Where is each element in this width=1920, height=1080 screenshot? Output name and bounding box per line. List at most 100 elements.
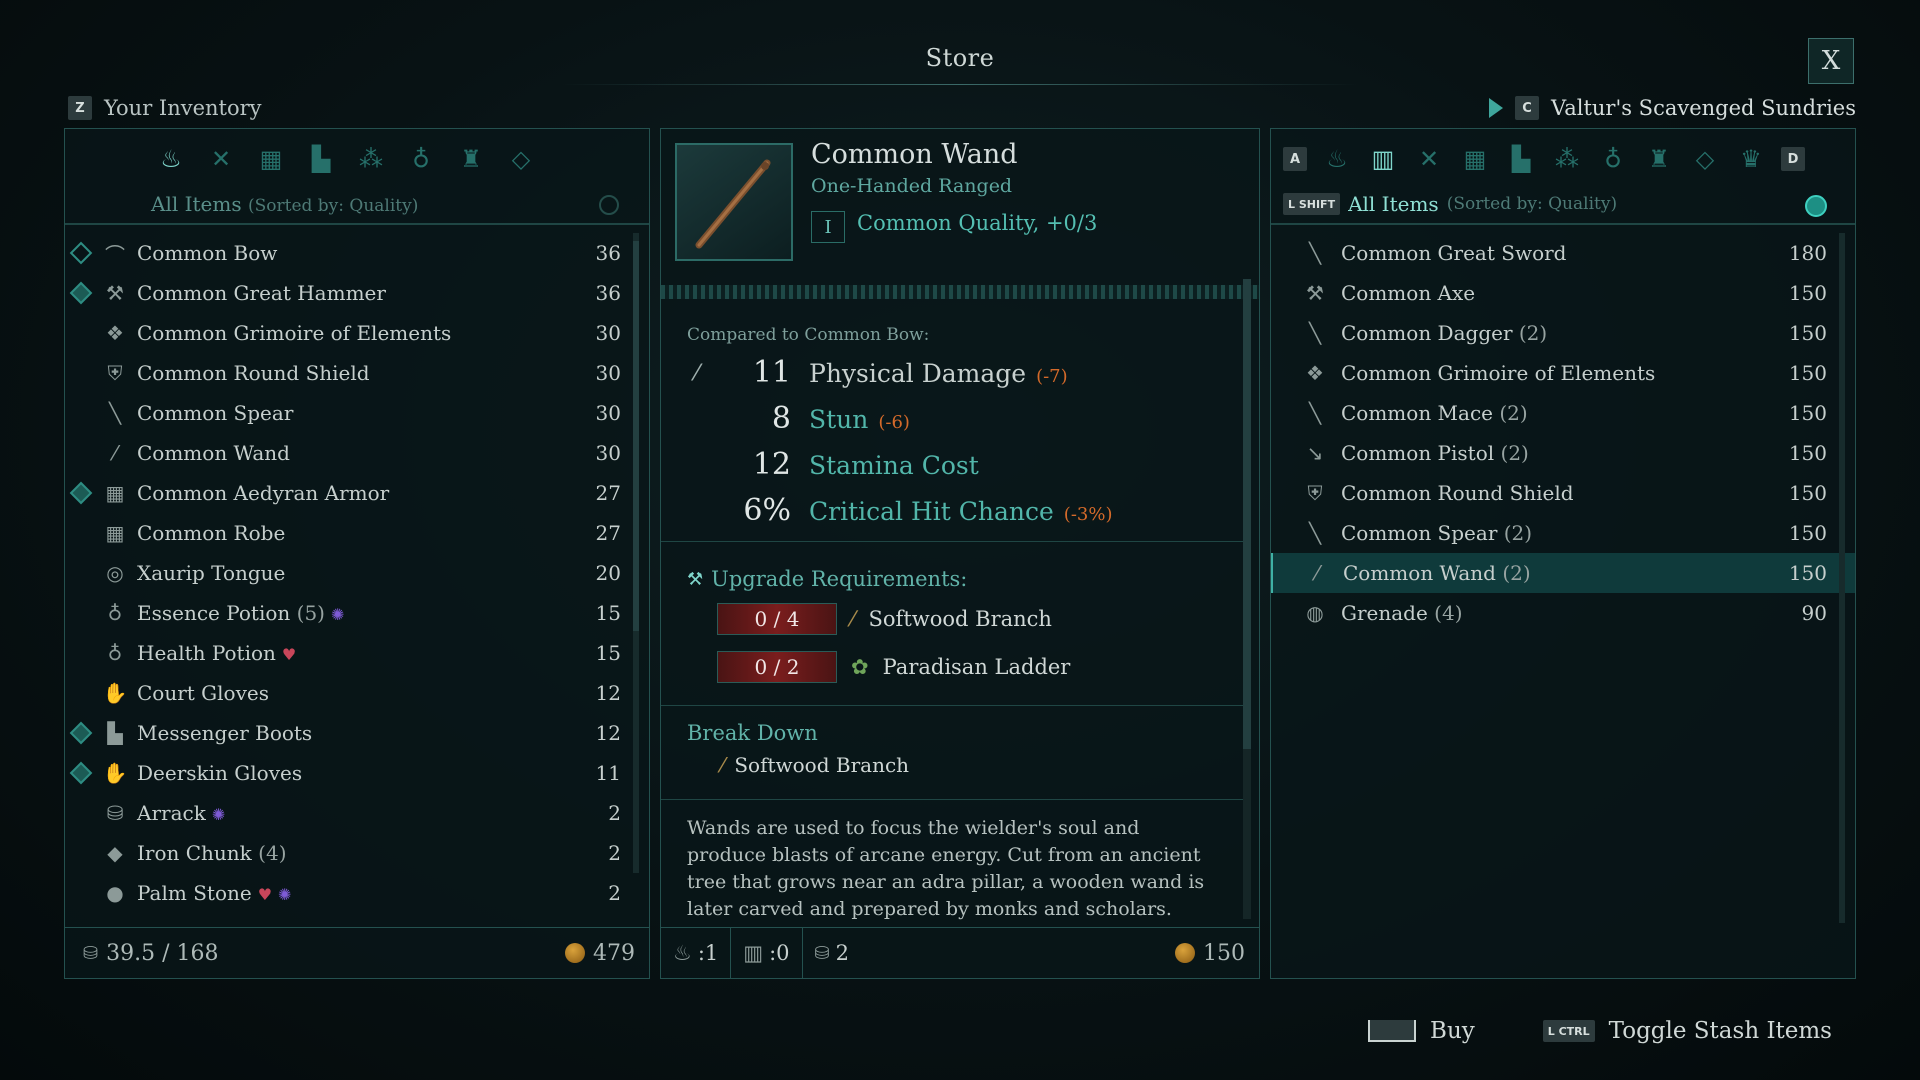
vendor-scrollbar[interactable] [1839, 233, 1845, 923]
materials-icon[interactable]: ⁂ [355, 143, 387, 175]
vendor-item-row[interactable]: ╲ Common Spear (2) 150 [1271, 513, 1855, 553]
tongue-icon: ◎ [106, 561, 124, 585]
item-value: 30 [595, 361, 621, 385]
gem-icon[interactable]: ◇ [505, 143, 537, 175]
item-name-text: Xaurip Tongue [137, 561, 286, 585]
filter-toggle-icon[interactable] [1805, 195, 1827, 217]
item-name: Common Round Shield [137, 361, 370, 385]
inventory-item-row[interactable]: ⚒ Common Great Hammer 36 [65, 273, 649, 313]
inventory-scroll-thumb[interactable] [633, 241, 639, 631]
item-count: (5) [290, 601, 325, 625]
stash-icon[interactable]: ▥ [1367, 143, 1399, 175]
item-count: (2) [1495, 561, 1531, 585]
armor-icon[interactable]: ▦ [255, 143, 287, 175]
close-button[interactable]: X [1808, 38, 1854, 84]
inventory-item-row[interactable]: ▦ Common Aedyran Armor 27 [65, 473, 649, 513]
inventory-item-row[interactable]: ╲ Common Spear 30 [65, 393, 649, 433]
vendor-item-row[interactable]: ╲ Common Great Sword 180 [1271, 233, 1855, 273]
item-name-text: Common Grimoire of Elements [137, 321, 452, 345]
vendor-item-row[interactable]: ❖ Common Grimoire of Elements 150 [1271, 353, 1855, 393]
item-value: 150 [1788, 361, 1827, 385]
item-count: (4) [1427, 601, 1463, 625]
item-name-text: Court Gloves [137, 681, 269, 705]
vendor-item-row[interactable]: ⁄ Common Wand (2) 150 [1271, 553, 1855, 593]
inventory-item-row[interactable]: ✋ Court Gloves 12 [65, 673, 649, 713]
gold-coin-icon [1175, 943, 1195, 963]
inventory-item-row[interactable]: ⁄ Common Wand 30 [65, 433, 649, 473]
buy-prompt[interactable]: Buy [1430, 1018, 1475, 1044]
inventory-item-row[interactable]: ⛨ Common Round Shield 30 [65, 353, 649, 393]
inventory-item-row[interactable]: ▦ Common Robe 27 [65, 513, 649, 553]
item-name: Common Mace (2) [1341, 401, 1528, 425]
weapons-icon[interactable]: ✕ [205, 143, 237, 175]
shield-icon: ⛨ [1307, 481, 1323, 505]
new-item-marker-icon [69, 241, 93, 265]
inventory-item-row[interactable]: ✋ Deerskin Gloves 11 [65, 753, 649, 793]
toggle-stash-prompt[interactable]: Toggle Stash Items [1609, 1018, 1832, 1044]
vendor-item-row[interactable]: ╲ Common Mace (2) 150 [1271, 393, 1855, 433]
detail-divider [661, 285, 1259, 299]
vendor-sort[interactable]: L SHIFT All Items (Sorted by: Quality) [1283, 192, 1617, 216]
detail-scroll-thumb[interactable] [1243, 279, 1251, 749]
potion-bag-icon[interactable]: ♨ [1321, 143, 1353, 175]
potion-bag-icon[interactable]: ♨ [155, 143, 187, 175]
wand-icon [695, 159, 771, 249]
prev-tab-key[interactable]: A [1283, 147, 1307, 171]
requirement-name: Paradisan Ladder [882, 655, 1071, 679]
lamp-icon[interactable]: ♜ [455, 143, 487, 175]
inventory-item-row[interactable]: ◎ Xaurip Tongue 20 [65, 553, 649, 593]
vendor-item-row[interactable]: ↘ Common Pistol (2) 150 [1271, 433, 1855, 473]
filter-toggle-icon[interactable] [599, 195, 619, 215]
materials-icon[interactable]: ⁂ [1551, 143, 1583, 175]
inventory-item-row[interactable]: ♁ Health Potion ♥ 15 [65, 633, 649, 673]
gem-icon[interactable]: ◇ [1689, 143, 1721, 175]
inventory-item-row[interactable]: ● Palm Stone ♥ ✺ 2 [65, 873, 649, 913]
shield-icon: ⛨ [107, 361, 123, 385]
item-name: Common Grimoire of Elements [1341, 361, 1655, 385]
vendor-key-hint[interactable]: C [1514, 96, 1539, 120]
inventory-key-hint[interactable]: Z [68, 96, 92, 120]
boots-icon[interactable]: ▙ [305, 143, 337, 175]
inventory-item-row[interactable]: ◆ Iron Chunk (4) 2 [65, 833, 649, 873]
stat-row: 6% Critical Hit Chance (-3%) [661, 493, 1112, 537]
consumables-icon[interactable]: ♁ [405, 143, 437, 175]
inventory-item-row[interactable]: ⌒ Common Bow 36 [65, 233, 649, 273]
inventory-footer: ⛁ 39.5 / 168 479 [65, 927, 649, 978]
item-name: Common Bow [137, 241, 277, 265]
next-tab-key[interactable]: D [1781, 147, 1805, 171]
inventory-item-row[interactable]: ⛁ Arrack ✺ 2 [65, 793, 649, 833]
input-prompts: Buy L CTRL Toggle Stash Items [1368, 1018, 1832, 1044]
vendor-item-row[interactable]: ◍ Grenade (4) 90 [1271, 593, 1855, 633]
consumables-icon[interactable]: ♁ [1597, 143, 1629, 175]
shift-key-hint[interactable]: L SHIFT [1283, 193, 1341, 215]
lamp-icon[interactable]: ♜ [1643, 143, 1675, 175]
vendor-item-row[interactable]: ╲ Common Dagger (2) 150 [1271, 313, 1855, 353]
inventory-sort[interactable]: All Items (Sorted by: Quality) [151, 192, 418, 216]
stat-label: Stun [809, 405, 869, 434]
vendor-item-row[interactable]: ⚒ Common Axe 150 [1271, 273, 1855, 313]
stat-diff: (-7) [1036, 366, 1068, 387]
item-name-text: Common Great Hammer [137, 281, 386, 305]
health-heart-icon: ♥ [281, 645, 297, 664]
item-name: Palm Stone ♥ ✺ [137, 881, 291, 905]
armor-icon[interactable]: ▦ [1459, 143, 1491, 175]
stat-row: 12 Stamina Cost [661, 447, 979, 491]
inventory-item-row[interactable]: ▙ Messenger Boots 12 [65, 713, 649, 753]
inventory-item-row[interactable]: ❖ Common Grimoire of Elements 30 [65, 313, 649, 353]
vendor-name: Valtur's Scavenged Sundries [1550, 96, 1856, 120]
item-weight-value: 2 [835, 941, 850, 965]
weapons-icon[interactable]: ✕ [1413, 143, 1445, 175]
requirement-progress: 0 / 4 [717, 603, 837, 635]
inventory-item-row[interactable]: ♁ Essence Potion (5) ✺ 15 [65, 593, 649, 633]
pistol-icon: ↘ [1306, 441, 1324, 465]
vendor-item-row[interactable]: ⛨ Common Round Shield 150 [1271, 473, 1855, 513]
wand-icon: ⁄ [1315, 561, 1319, 585]
item-name-text: Common Grimoire of Elements [1341, 361, 1656, 385]
potion-bag-icon: ♨ [673, 941, 692, 965]
boots-icon[interactable]: ▙ [1505, 143, 1537, 175]
inventory-title: Your Inventory [104, 96, 262, 120]
stat-value: 8 [771, 401, 791, 436]
item-name: Common Round Shield [1341, 481, 1574, 505]
crown-icon[interactable]: ♛ [1735, 143, 1767, 175]
item-name-text: Messenger Boots [137, 721, 313, 745]
